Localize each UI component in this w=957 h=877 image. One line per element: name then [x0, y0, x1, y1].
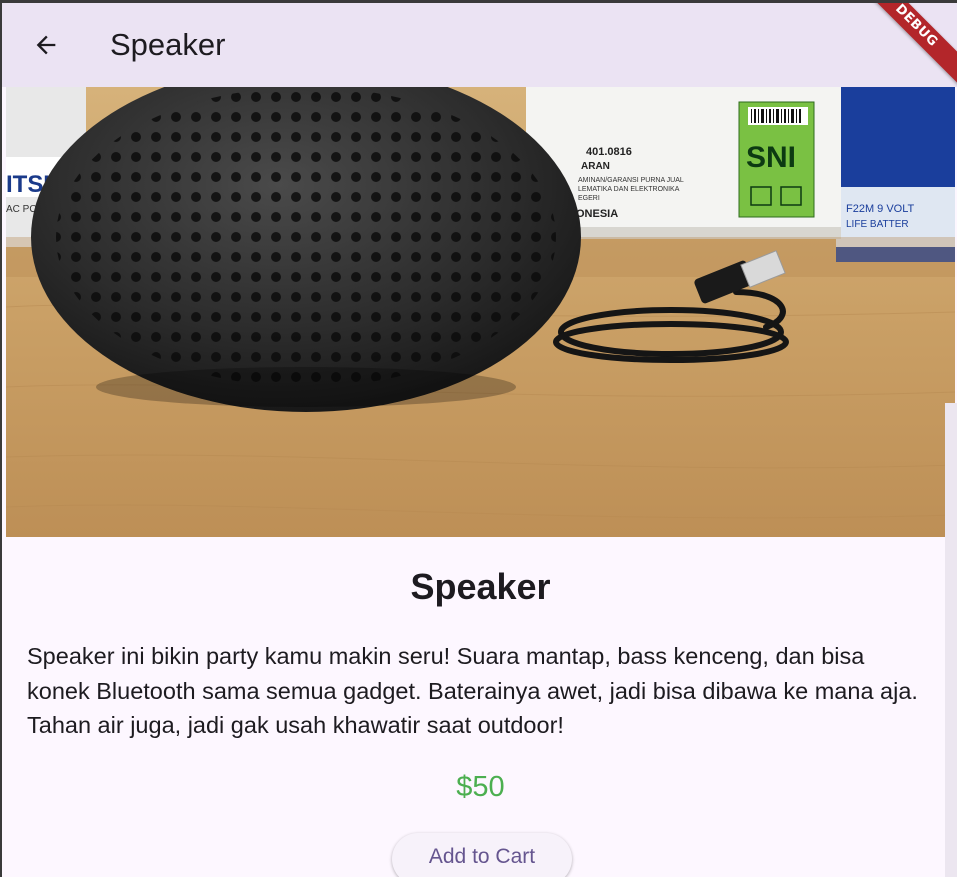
product-photo-speaker: ITSU AC POWE F22M 9 VOLT LIFE BATTER 401…	[6, 87, 955, 537]
add-to-cart-button[interactable]: Add to Cart	[392, 833, 572, 877]
right-box-text-2: LIFE BATTER	[846, 219, 909, 230]
back-button[interactable]	[26, 25, 66, 65]
box-line-1: ARAN	[581, 161, 610, 172]
app-bar: Speaker	[2, 3, 957, 87]
box-code-text: 401.0816	[586, 146, 632, 158]
sni-label-text: SNI	[746, 141, 796, 174]
product-image: ITSU AC POWE F22M 9 VOLT LIFE BATTER 401…	[6, 87, 955, 537]
product-price: $50	[456, 771, 505, 803]
right-box-text-1: F22M 9 VOLT	[846, 203, 915, 215]
product-description: Speaker ini bikin party kamu makin seru!…	[27, 643, 918, 738]
box-line-5: ONESIA	[576, 208, 618, 220]
scrollbar[interactable]	[945, 403, 957, 877]
page-title: Speaker	[110, 27, 226, 62]
arrow-back-icon	[36, 35, 56, 55]
box-line-2: AMINAN/GARANSI PURNA JUAL	[578, 177, 684, 184]
product-title: Speaker	[410, 566, 551, 607]
box-line-4: EGERI	[578, 195, 600, 202]
app-screen: Speaker DEBUG ITSU AC POWE F22M 9 VOLT L…	[0, 0, 957, 877]
box-line-3: LEMATIKA DAN ELEKTRONIKA	[578, 186, 680, 193]
